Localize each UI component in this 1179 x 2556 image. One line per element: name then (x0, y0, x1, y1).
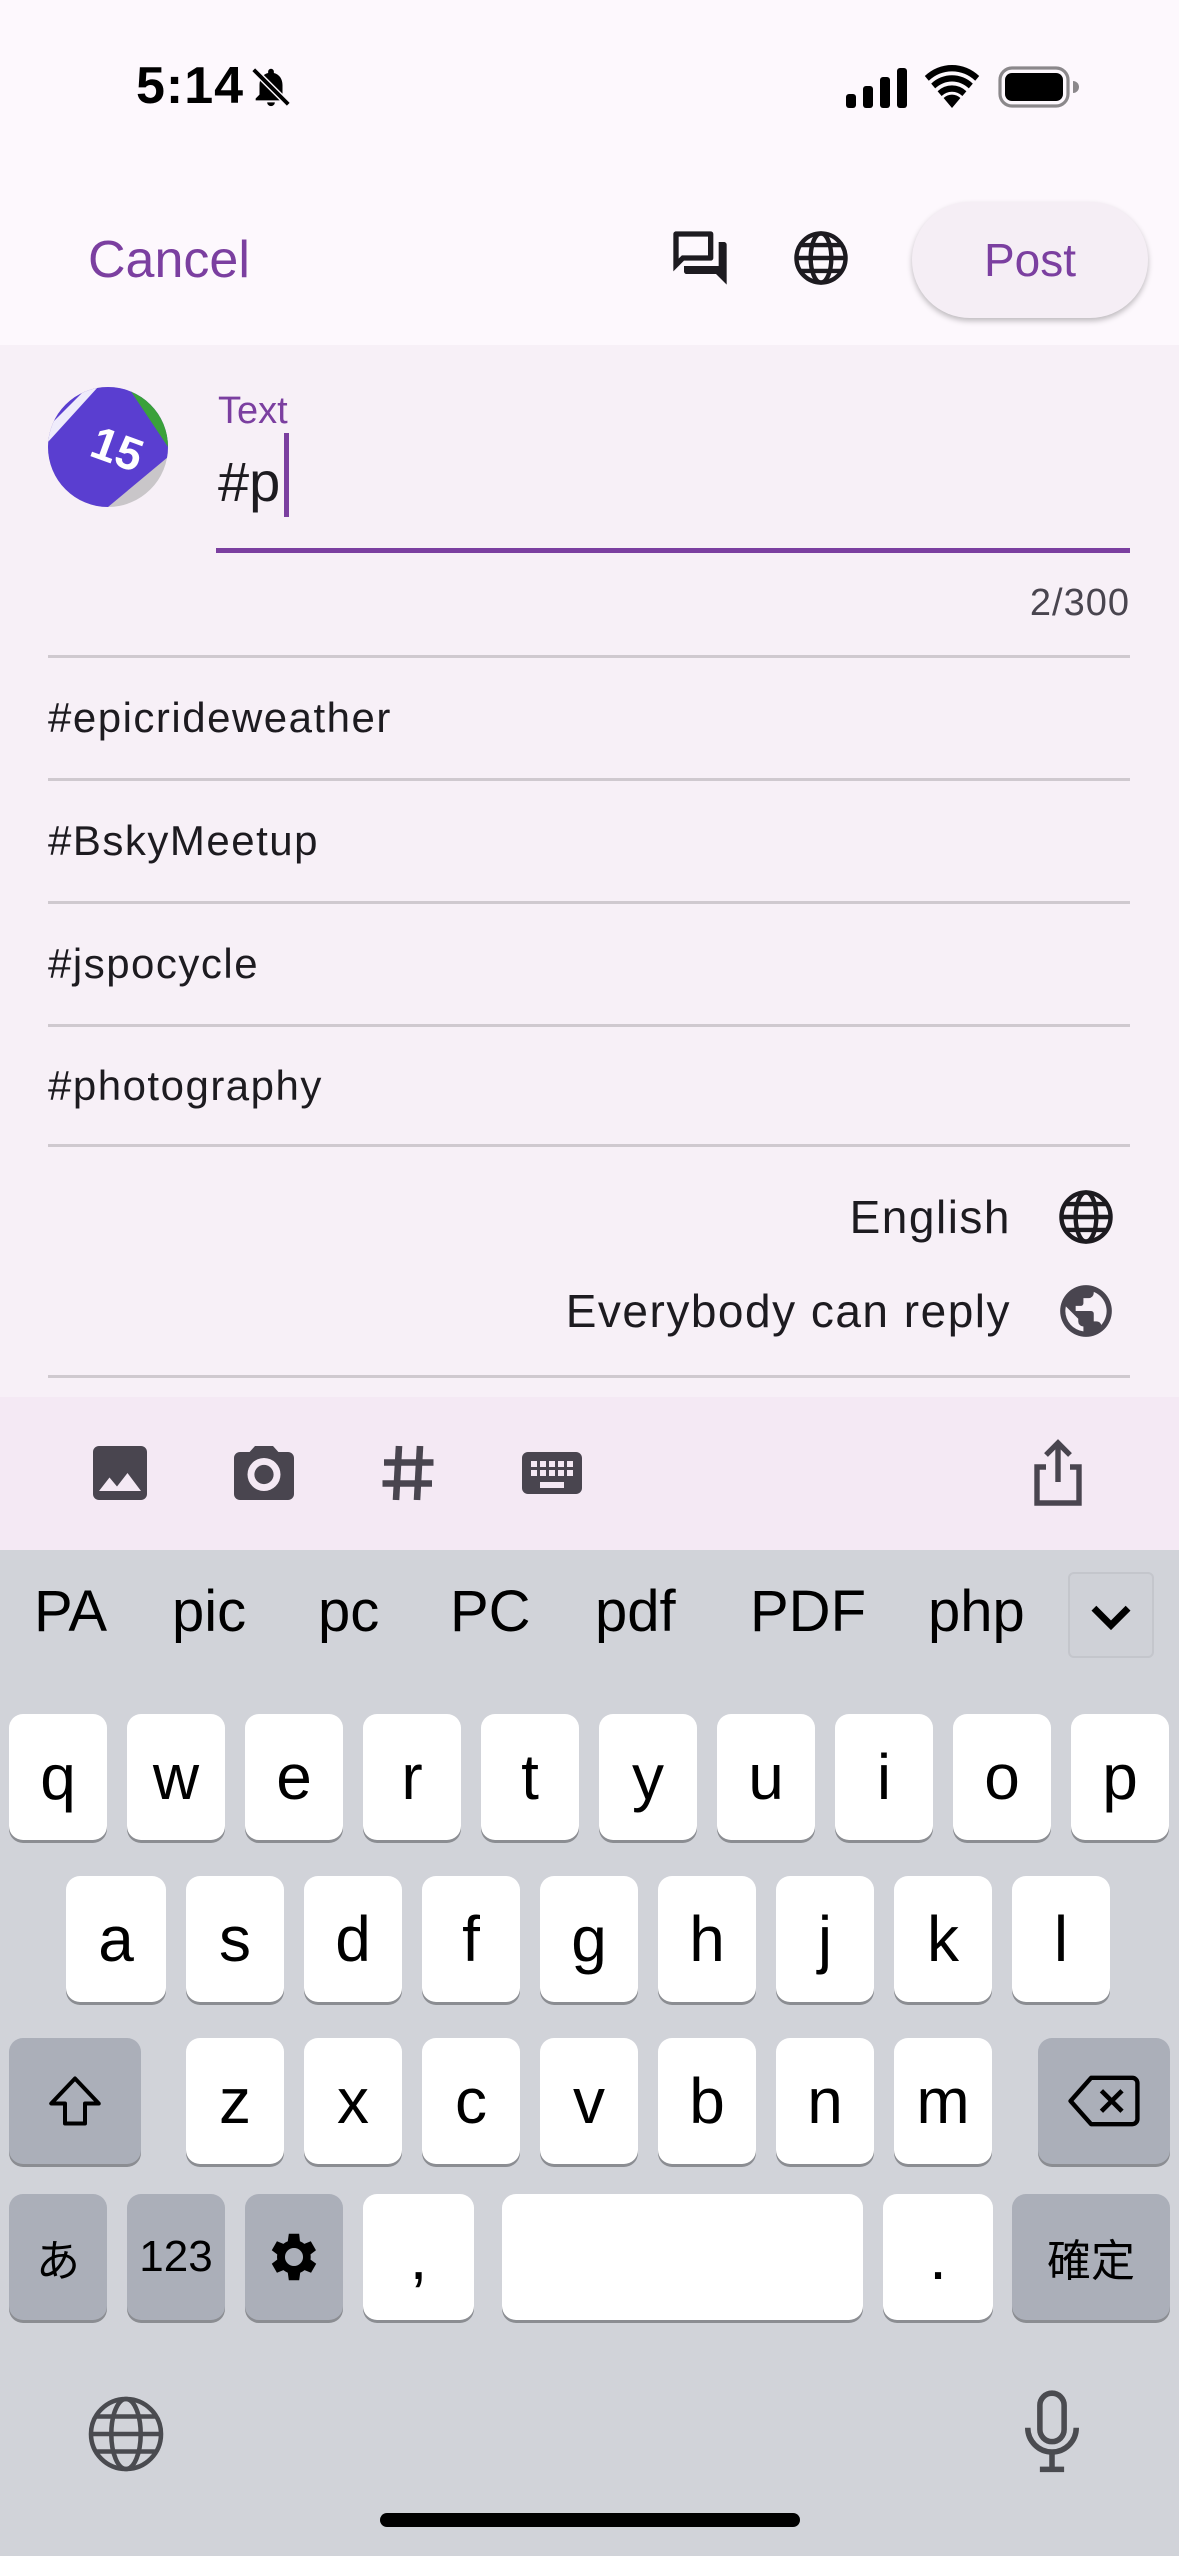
key-l[interactable]: l (1012, 1876, 1110, 2002)
text-field-underline (216, 548, 1130, 553)
key-y[interactable]: y (599, 1714, 697, 1840)
prediction-item[interactable]: PDF (750, 1578, 866, 1645)
key-g[interactable]: g (540, 1876, 638, 2002)
compose-area: 15 Text #p 2/300 #epicrideweather #BskyM… (0, 345, 1179, 1397)
gear-icon (271, 2233, 317, 2281)
cancel-button[interactable]: Cancel (88, 230, 250, 290)
prediction-item[interactable]: PA (34, 1578, 107, 1645)
post-button[interactable]: Post (912, 202, 1148, 318)
key-q[interactable]: q (9, 1714, 107, 1840)
key-o[interactable]: o (953, 1714, 1051, 1840)
share-icon[interactable] (1022, 1437, 1094, 1509)
key-e[interactable]: e (245, 1714, 343, 1840)
shift-icon (49, 2076, 101, 2126)
settings-key[interactable] (245, 2194, 343, 2320)
keyboard-icon[interactable] (516, 1437, 588, 1509)
divider (48, 1375, 1130, 1378)
prediction-item[interactable]: pic (172, 1578, 246, 1645)
key-a[interactable]: a (66, 1876, 166, 2002)
wifi-icon (924, 65, 980, 108)
kana-key[interactable]: あ (9, 2194, 107, 2320)
key-j[interactable]: j (776, 1876, 874, 2002)
key-f[interactable]: f (422, 1876, 520, 2002)
key-t[interactable]: t (481, 1714, 579, 1840)
prediction-item[interactable]: php (928, 1578, 1025, 1645)
key-s[interactable]: s (186, 1876, 284, 2002)
reply-setting-selector[interactable]: Everybody can reply (566, 1271, 1117, 1351)
key-r[interactable]: r (363, 1714, 461, 1840)
prediction-bar: PA pic pc PC pdf PDF php (0, 1550, 1179, 1684)
key-v[interactable]: v (540, 2038, 638, 2164)
language-label: English (849, 1191, 1011, 1243)
microphone-icon[interactable] (1010, 2388, 1094, 2478)
hashtag-icon[interactable] (372, 1437, 444, 1509)
camera-icon[interactable] (228, 1437, 300, 1509)
thread-icon[interactable] (668, 226, 732, 290)
language-selector[interactable]: English (850, 1177, 1117, 1257)
hashtag-suggestion[interactable]: #photography (48, 1024, 1130, 1147)
key-d[interactable]: d (304, 1876, 402, 2002)
home-indicator (380, 2513, 800, 2527)
reply-setting-label: Everybody can reply (565, 1285, 1011, 1337)
confirm-key[interactable]: 確定 (1012, 2194, 1170, 2320)
period-key[interactable]: . (883, 2194, 993, 2320)
keyboard: PA pic pc PC pdf PDF php q w e r t y u i… (0, 1550, 1179, 2556)
cellular-signal-icon (846, 68, 907, 108)
shift-key[interactable] (9, 2038, 141, 2164)
globe-icon[interactable] (790, 227, 852, 289)
hashtag-suggestion[interactable]: #epicrideweather (48, 655, 1130, 778)
key-p[interactable]: p (1071, 1714, 1169, 1840)
prediction-item[interactable]: pdf (595, 1578, 676, 1645)
battery-icon (998, 66, 1079, 108)
key-c[interactable]: c (422, 2038, 520, 2164)
chevron-down-icon (1091, 1605, 1131, 1631)
bell-slash-icon (251, 67, 291, 107)
prediction-item[interactable]: pc (318, 1578, 379, 1645)
text-field-label: Text (218, 390, 288, 432)
numbers-key[interactable]: 123 (127, 2194, 225, 2320)
character-counter: 2/300 (1029, 582, 1130, 624)
globe-icon (1059, 1190, 1113, 1244)
key-x[interactable]: x (304, 2038, 402, 2164)
text-caret (284, 433, 289, 517)
avatar[interactable]: 15 (48, 387, 168, 507)
backspace-icon (1068, 2075, 1140, 2127)
status-time: 5:14 (136, 57, 245, 115)
image-icon[interactable] (84, 1437, 156, 1509)
space-key[interactable] (502, 2194, 863, 2320)
text-input[interactable]: #p (218, 449, 280, 514)
key-b[interactable]: b (658, 2038, 756, 2164)
backspace-key[interactable] (1038, 2038, 1170, 2164)
key-n[interactable]: n (776, 2038, 874, 2164)
compose-toolbar (0, 1397, 1179, 1550)
prediction-item[interactable]: PC (450, 1578, 531, 1645)
key-w[interactable]: w (127, 1714, 225, 1840)
hashtag-suggestion[interactable]: #BskyMeetup (48, 778, 1130, 901)
status-bar: 5:14 (0, 0, 1179, 170)
comma-key[interactable]: , (363, 2194, 474, 2320)
key-i[interactable]: i (835, 1714, 933, 1840)
avatar-image: 15 (48, 387, 168, 507)
key-z[interactable]: z (186, 2038, 284, 2164)
key-h[interactable]: h (658, 1876, 756, 2002)
globe-icon[interactable] (84, 2392, 168, 2476)
key-m[interactable]: m (894, 2038, 992, 2164)
public-icon (1060, 1285, 1112, 1337)
key-u[interactable]: u (717, 1714, 815, 1840)
compose-header: Cancel Post (0, 170, 1179, 345)
key-k[interactable]: k (894, 1876, 992, 2002)
hashtag-suggestion[interactable]: #jspocycle (48, 901, 1130, 1024)
expand-predictions-button[interactable] (1068, 1572, 1154, 1658)
